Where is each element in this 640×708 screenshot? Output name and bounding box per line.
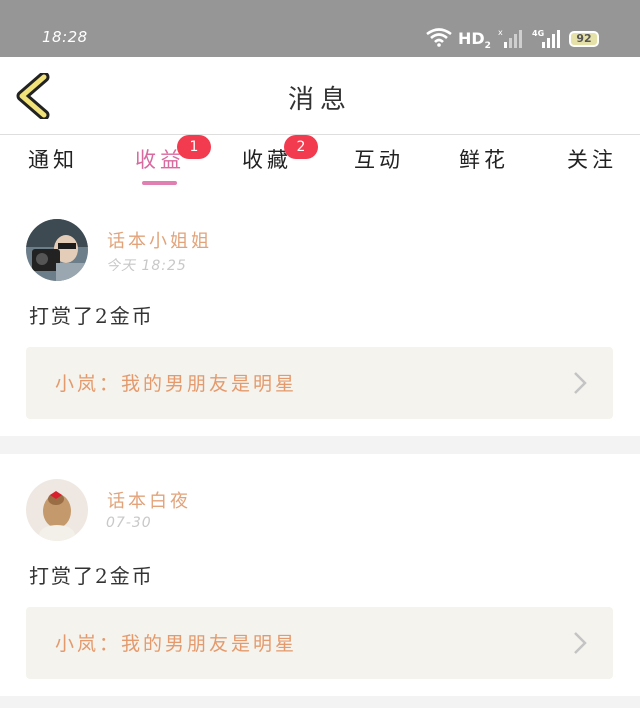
tab-label: 关注 xyxy=(567,148,617,172)
story-title: 小岚：我的男朋友是明星 xyxy=(55,633,298,655)
status-bar: 18:28 HD2 x 4G 92 xyxy=(0,0,640,57)
status-time: 18:28 xyxy=(42,28,88,46)
message-tabs: 通知 收益 1 收藏 2 互动 鲜花 关注 xyxy=(0,135,640,188)
svg-text:x: x xyxy=(498,28,503,37)
story-link[interactable]: 小岚：我的男朋友是明星 xyxy=(26,607,613,679)
avatar[interactable] xyxy=(26,479,88,541)
unread-badge: 1 xyxy=(177,135,211,159)
sender-name[interactable]: 话本小姐姐 xyxy=(107,227,212,253)
feed-item: 话本白夜 07-30 打赏了2金币 小岚：我的男朋友是明星 xyxy=(0,454,640,694)
tab-label: 互动 xyxy=(354,148,404,172)
avatar[interactable] xyxy=(26,219,88,281)
tab-favorites[interactable]: 收藏 2 xyxy=(242,135,318,184)
section-divider xyxy=(0,436,640,454)
tab-label: 鲜花 xyxy=(459,148,509,172)
tab-label: 通知 xyxy=(28,148,78,172)
tab-earnings[interactable]: 收益 1 xyxy=(135,135,211,184)
unread-badge: 2 xyxy=(284,135,318,159)
chevron-right-icon xyxy=(574,632,587,654)
section-divider xyxy=(0,696,640,708)
app-header: 消息 xyxy=(0,57,640,135)
timestamp: 07-30 xyxy=(106,515,152,531)
feed-item: 话本小姐姐 今天 18:25 打赏了2金币 小岚：我的男朋友是明星 xyxy=(0,190,640,434)
story-link[interactable]: 小岚：我的男朋友是明星 xyxy=(26,347,613,419)
tab-flowers[interactable]: 鲜花 xyxy=(459,144,509,184)
battery-indicator: 92 xyxy=(569,31,599,47)
page-title: 消息 xyxy=(287,85,352,115)
story-title: 小岚：我的男朋友是明星 xyxy=(55,373,298,395)
tab-following[interactable]: 关注 xyxy=(567,144,617,184)
tab-notifications[interactable]: 通知 xyxy=(28,144,78,184)
wifi-icon xyxy=(426,28,452,47)
chevron-right-icon xyxy=(574,372,587,394)
sender-name[interactable]: 话本白夜 xyxy=(107,487,191,513)
signal-4g-icon: 4G xyxy=(532,29,560,48)
active-tab-indicator xyxy=(142,181,177,185)
message-text: 打赏了2金币 xyxy=(29,564,154,588)
network-type-label: HD2 xyxy=(458,29,491,52)
signal-icon: x xyxy=(498,28,522,48)
timestamp: 今天 18:25 xyxy=(106,258,187,274)
message-text: 打赏了2金币 xyxy=(29,304,154,328)
tab-interactions[interactable]: 互动 xyxy=(354,144,404,184)
signal-4g-label: 4G xyxy=(532,29,544,38)
